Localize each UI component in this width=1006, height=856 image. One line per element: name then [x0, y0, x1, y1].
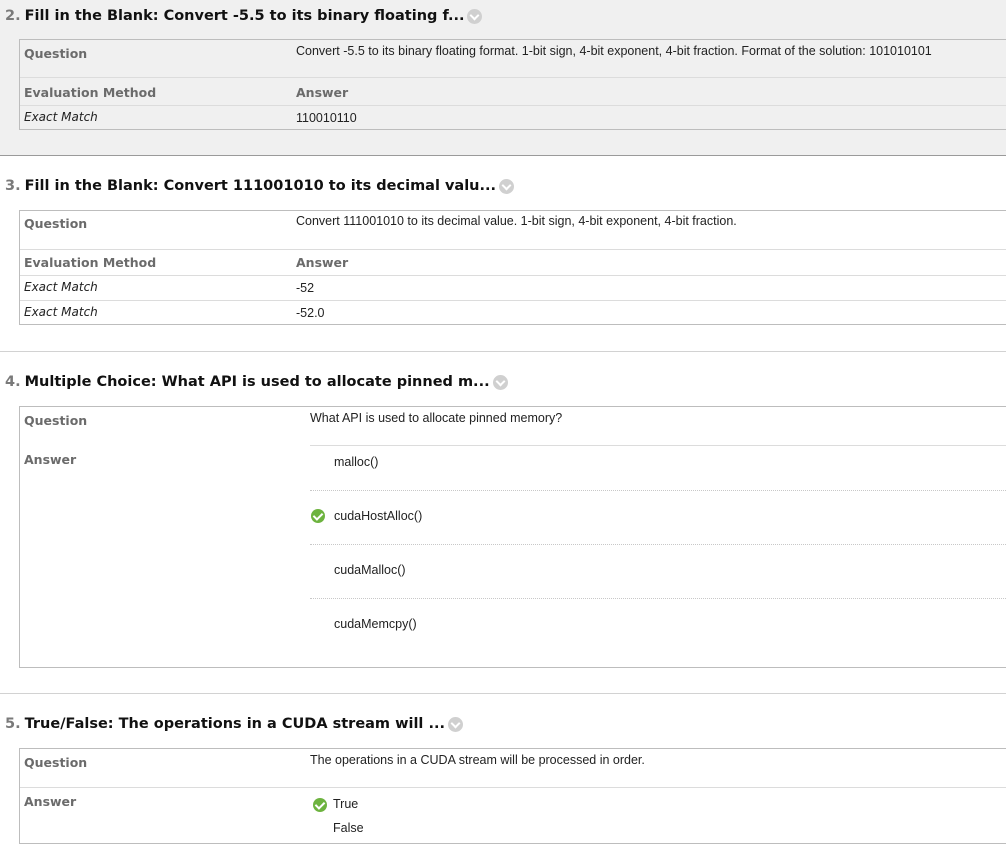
question-block-2: 2. Fill in the Blank: Convert -5.5 to it…: [0, 0, 1006, 156]
question-title-text: Fill in the Blank: Convert -5.5 to its b…: [24, 8, 465, 24]
divider: [20, 105, 1006, 106]
question-details-table: Question The operations in a CUDA stream…: [19, 748, 1006, 844]
answer-label: Answer: [24, 794, 77, 809]
evaluation-method-header: Evaluation Method: [24, 255, 157, 270]
question-number: 2.: [5, 8, 21, 24]
question-number: 5.: [5, 716, 21, 732]
divider: [20, 275, 1006, 276]
question-title-text: Fill in the Blank: Convert 111001010 to …: [24, 178, 497, 194]
answer-value: 110010110: [296, 111, 357, 125]
divider: [20, 300, 1006, 301]
answer-option-correct: True: [333, 797, 359, 811]
question-title-4: 4. Multiple Choice: What API is used to …: [5, 374, 508, 390]
chevron-down-icon[interactable]: [447, 716, 463, 732]
divider: [20, 249, 1006, 250]
check-circle-icon: [313, 798, 327, 812]
question-label: Question: [24, 46, 88, 61]
answer-value: -52: [296, 281, 315, 295]
question-title-3: 3. Fill in the Blank: Convert 111001010 …: [5, 178, 515, 194]
question-block-5: 5. True/False: The operations in a CUDA …: [0, 693, 1006, 856]
evaluation-method-header: Evaluation Method: [24, 85, 157, 100]
question-text: What API is used to allocate pinned memo…: [310, 411, 563, 425]
question-details-table: Question What API is used to allocate pi…: [19, 406, 1006, 668]
answer-option: False: [333, 821, 364, 835]
evaluation-method-value: Exact Match: [24, 280, 98, 294]
question-label: Question: [24, 413, 88, 428]
question-number: 3.: [5, 178, 21, 194]
question-block-3: 3. Fill in the Blank: Convert 111001010 …: [0, 156, 1006, 350]
question-text: The operations in a CUDA stream will be …: [310, 753, 645, 767]
answer-option: cudaMalloc(): [334, 563, 406, 577]
evaluation-method-value: Exact Match: [24, 305, 98, 319]
question-label: Question: [24, 755, 88, 770]
evaluation-method-value: Exact Match: [24, 110, 98, 124]
divider: [310, 445, 1006, 446]
question-details-table: Question Convert 111001010 to its decima…: [19, 210, 1006, 325]
question-details-table: Question Convert -5.5 to its binary floa…: [19, 39, 1006, 130]
chevron-down-icon[interactable]: [492, 374, 508, 390]
answer-value: -52.0: [296, 306, 325, 320]
answer-option-correct: cudaHostAlloc(): [334, 509, 423, 523]
chevron-down-icon[interactable]: [467, 8, 483, 24]
answer-header: Answer: [296, 255, 349, 270]
check-circle-icon: [311, 509, 325, 523]
answer-option: malloc(): [334, 455, 379, 469]
question-title-5: 5. True/False: The operations in a CUDA …: [5, 716, 463, 732]
question-label: Question: [24, 216, 88, 231]
question-block-4: 4. Multiple Choice: What API is used to …: [0, 351, 1006, 693]
divider: [310, 490, 1006, 491]
chevron-down-icon[interactable]: [499, 178, 515, 194]
answer-option: cudaMemcpy(): [334, 617, 417, 631]
question-text: Convert -5.5 to its binary floating form…: [296, 44, 932, 58]
question-title-text: True/False: The operations in a CUDA str…: [24, 716, 445, 732]
question-number: 4.: [5, 374, 21, 390]
answer-label: Answer: [24, 452, 77, 467]
question-title-2: 2. Fill in the Blank: Convert -5.5 to it…: [5, 8, 483, 24]
divider: [20, 77, 1006, 78]
answer-header: Answer: [296, 85, 349, 100]
divider: [310, 544, 1006, 545]
divider: [310, 598, 1006, 599]
question-title-text: Multiple Choice: What API is used to all…: [24, 374, 490, 390]
question-text: Convert 111001010 to its decimal value. …: [296, 214, 737, 228]
divider: [20, 787, 1006, 788]
